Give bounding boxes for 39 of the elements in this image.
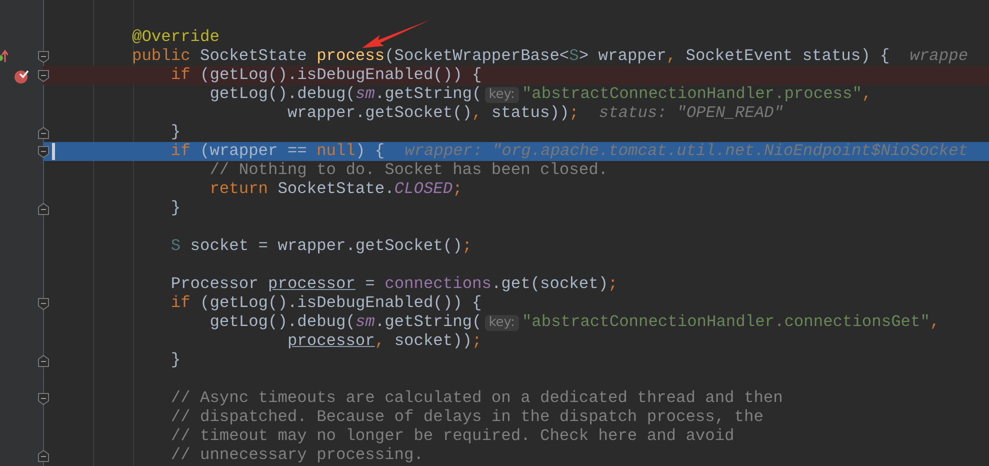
- code-text: wrapper.getSocket(), status));: [286, 104, 579, 123]
- code-text: // Nothing to do. Socket has been closed.: [208, 161, 608, 180]
- breakpoint-icon[interactable]: [14, 68, 30, 84]
- code-text: public SocketState process(SocketWrapperBase<S> wrapper, SocketEvent status) {: [132, 47, 890, 66]
- inline-debug-value: status: "OPEN_READ": [598, 104, 784, 123]
- fold-icon[interactable]: [38, 393, 49, 405]
- code-text: getLog().debug(sm.getString(: [208, 313, 482, 332]
- inline-debug-value: wrapper: "org.apache.tomcat.util.net.NioEndpoint$NioSocket: [404, 142, 968, 161]
- code-text: if (wrapper == null) {: [170, 142, 385, 161]
- code-text: Processor processor = connections.get(socket);: [170, 275, 618, 294]
- code-text: "abstractConnectionHandler.process",: [522, 85, 872, 104]
- code-text: processor, socket));: [286, 332, 482, 351]
- code-text: // Async timeouts are calculated on a dedicated thread and then: [170, 389, 783, 408]
- code-text: }: [170, 199, 181, 218]
- code-text: S socket = wrapper.getSocket();: [170, 237, 472, 256]
- inline-debug-value: wrappe: [910, 47, 968, 66]
- fold-icon[interactable]: [38, 450, 49, 462]
- code-text: "abstractConnectionHandler.connectionsGet",: [522, 313, 940, 332]
- code-text: getLog().debug(sm.getString(: [208, 85, 482, 104]
- code-text: // unnecessary processing.: [170, 446, 424, 465]
- parameter-hint: key:: [484, 86, 519, 102]
- text-caret: [52, 143, 55, 160]
- code-text: @Override: [132, 28, 220, 47]
- override-icon[interactable]: [0, 49, 8, 63]
- fold-icon[interactable]: [38, 355, 49, 367]
- fold-icon[interactable]: [38, 51, 49, 63]
- code-text: // dispatched. Because of delays in the dispatch process, the: [170, 408, 764, 427]
- fold-icon[interactable]: [38, 203, 49, 215]
- code-text: }: [170, 123, 181, 142]
- fold-icon[interactable]: [38, 298, 49, 310]
- code-text: if (getLog().isDebugEnabled()) {: [170, 294, 482, 313]
- code-text: return SocketState.CLOSED;: [208, 180, 462, 199]
- fold-icon[interactable]: [38, 146, 49, 158]
- parameter-hint: key:: [484, 314, 519, 330]
- code-text: if (getLog().isDebugEnabled()) {: [170, 66, 482, 85]
- code-text: }: [170, 351, 181, 370]
- fold-icon[interactable]: [38, 127, 49, 139]
- code-text: // timeout may no longer be required. Check here and avoid: [170, 427, 734, 446]
- fold-icon[interactable]: [38, 70, 49, 82]
